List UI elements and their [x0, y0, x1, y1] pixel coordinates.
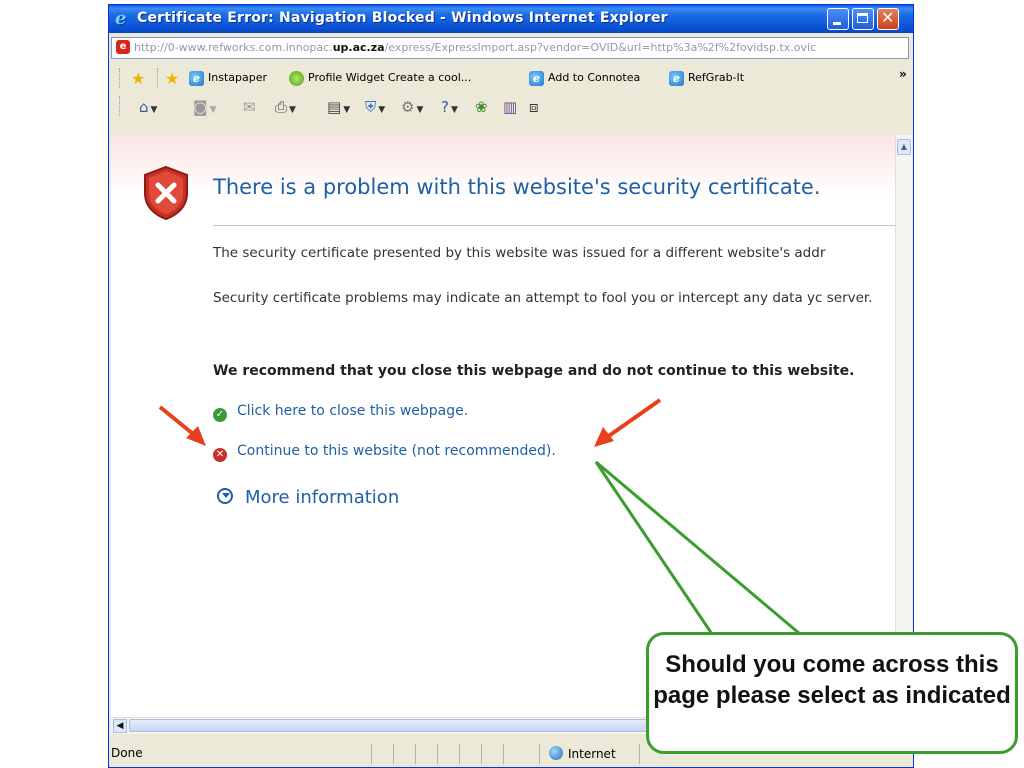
links-toolbar: ★ ★ e Instapaper Profile Widget Create a …: [109, 65, 913, 91]
vertical-scrollbar[interactable]: ▲: [895, 135, 912, 717]
printer-icon: ⎙: [275, 98, 288, 116]
error-paragraph-2: Security certificate problems may indica…: [213, 290, 873, 306]
scroll-left-button[interactable]: ◀: [113, 719, 127, 733]
status-divider: [639, 744, 640, 764]
toolbar-grip[interactable]: [157, 68, 160, 88]
certificate-error-icon: e: [116, 40, 130, 54]
close-webpage-link[interactable]: ✓ Click here to close this webpage.: [213, 403, 468, 422]
status-divider: [539, 744, 540, 764]
toolbar-grip[interactable]: [119, 96, 122, 116]
help-button[interactable]: ? ▼: [441, 98, 458, 116]
shield-icon: ⛨: [365, 98, 377, 116]
page-menu-button[interactable]: ▤ ▼: [327, 98, 350, 116]
command-bar: ⌂ ▼ ◙ ▼ ✉ ⎙ ▼ ▤ ▼ ⛨ ▼ ⚙ ▼ ? ▼ ❀ ▥ ⧈: [109, 93, 913, 121]
green-widget-icon: [289, 70, 304, 86]
close-icon: ✕: [881, 8, 895, 27]
status-divider: [437, 744, 438, 764]
ie-logo-icon: e: [115, 8, 127, 29]
continue-to-website-link[interactable]: ✕ Continue to this website (not recommend…: [213, 443, 556, 462]
maximize-button[interactable]: [852, 8, 874, 30]
title-bar[interactable]: e Certificate Error: Navigation Blocked …: [109, 5, 913, 33]
address-url[interactable]: http://0-www.refworks.com.innopac.up.ac.…: [134, 41, 908, 54]
status-divider: [459, 744, 460, 764]
home-button[interactable]: ⌂ ▼: [139, 98, 157, 116]
toolbar-grip[interactable]: [119, 68, 122, 88]
status-text: Done: [111, 746, 143, 760]
add-favorite-star-icon: ★: [165, 68, 180, 88]
home-icon: ⌂: [139, 98, 149, 116]
star-icon: ★: [131, 68, 146, 88]
status-divider: [393, 744, 394, 764]
security-zone[interactable]: Internet: [549, 746, 616, 761]
safety-menu-button[interactable]: ⛨ ▼: [365, 98, 385, 116]
heading-divider: [213, 225, 895, 226]
recommendation-text: We recommend that you close this webpage…: [213, 363, 855, 379]
error-shield-icon: [144, 165, 188, 221]
red-x-shield-icon: ✕: [213, 448, 227, 462]
tools-menu-button[interactable]: ⚙ ▼: [401, 98, 423, 116]
favorites-star-button[interactable]: ★: [131, 70, 149, 86]
status-divider: [503, 744, 504, 764]
books-icon: ▥: [503, 98, 518, 116]
window-title: Certificate Error: Navigation Blocked - …: [137, 10, 668, 26]
error-heading: There is a problem with this website's s…: [213, 175, 821, 199]
link-refgrab-it[interactable]: e RefGrab-It: [669, 70, 744, 86]
mail-icon: ✉: [243, 98, 256, 116]
window-arrow-icon: ⧈: [529, 98, 539, 116]
callout-text: Should you come across this page please …: [653, 651, 1011, 709]
status-divider: [481, 744, 482, 764]
status-divider: [415, 744, 416, 764]
page-content: There is a problem with this website's s…: [111, 135, 895, 717]
mail-button[interactable]: ✉: [243, 98, 256, 116]
address-bar[interactable]: e http://0-www.refworks.com.innopac.up.a…: [111, 37, 909, 59]
scroll-up-button[interactable]: ▲: [897, 139, 911, 155]
gear-icon: ⚙: [401, 98, 415, 116]
green-check-shield-icon: ✓: [213, 408, 227, 422]
close-window-button[interactable]: ✕: [877, 8, 899, 30]
ie-page-icon: e: [189, 70, 204, 86]
minimize-button[interactable]: [827, 8, 849, 30]
bookmark-tool-button[interactable]: ▥: [503, 98, 517, 116]
research-icon: ❀: [475, 98, 488, 116]
translate-button[interactable]: ⧈: [529, 98, 539, 116]
link-add-to-connotea[interactable]: e Add to Connotea: [529, 70, 640, 86]
feeds-button[interactable]: ◙ ▼: [193, 98, 216, 116]
print-button[interactable]: ⎙ ▼: [275, 98, 296, 116]
research-button[interactable]: ❀: [475, 98, 488, 116]
page-icon: ▤: [327, 98, 342, 116]
ie-page-icon: e: [529, 70, 544, 86]
horizontal-scroll-thumb[interactable]: [129, 719, 729, 732]
globe-icon: [549, 746, 563, 760]
expand-chevron-icon: [217, 488, 233, 504]
link-profile-widget[interactable]: Profile Widget Create a cool...: [289, 70, 471, 86]
ie-page-icon: e: [669, 70, 684, 86]
more-links-chevron[interactable]: »: [899, 67, 907, 81]
more-information-toggle[interactable]: More information: [217, 487, 399, 508]
error-paragraph-1: The security certificate presented by th…: [213, 245, 826, 261]
instruction-callout: Should you come across this page please …: [646, 632, 1018, 754]
add-favorites-button[interactable]: ★: [165, 70, 183, 86]
help-icon: ?: [441, 98, 449, 116]
rss-icon: ◙: [193, 98, 208, 116]
status-divider: [371, 744, 372, 764]
link-instapaper[interactable]: e Instapaper: [189, 70, 267, 86]
